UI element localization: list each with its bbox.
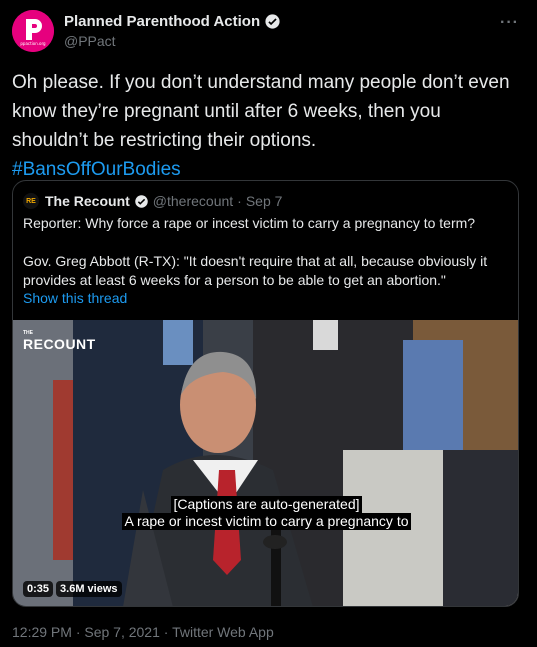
avatar[interactable]: ppaction.org [12, 10, 54, 52]
quoted-paragraph-2: Gov. Greg Abbott (R-TX): "It doesn't req… [23, 253, 488, 288]
author-name-row: Planned Parenthood Action [64, 13, 281, 30]
video-views-badge: 3.6M views [56, 581, 122, 597]
quoted-paragraph-1: Reporter: Why force a rape or incest vic… [23, 215, 476, 231]
quoted-tweet[interactable]: RE The Recount @therecount · Sep 7 Repor… [12, 180, 519, 607]
video-captions: [Captions are auto-generated] A rape or … [13, 496, 518, 530]
video-frame-image [13, 320, 518, 606]
recount-watermark: THE RECOUNT [23, 330, 96, 352]
quoted-author-name[interactable]: The Recount [45, 193, 130, 209]
quoted-author-handle[interactable]: @therecount [153, 193, 233, 209]
quoted-tweet-text: Reporter: Why force a rape or incest vic… [23, 214, 513, 290]
video-player[interactable]: THE RECOUNT [Captions are auto-generated… [13, 320, 518, 606]
author-handle[interactable]: @PPact [64, 33, 116, 49]
tweet-timestamp[interactable]: 12:29 PM · Sep 7, 2021 · Twitter Web App [12, 624, 274, 640]
author-display-name[interactable]: Planned Parenthood Action [64, 13, 260, 30]
hashtag-link[interactable]: #BansOffOurBodies [12, 159, 181, 180]
recount-avatar[interactable]: RE [23, 193, 39, 209]
verified-badge-icon [265, 14, 280, 29]
tweet-body: Oh please. If you don’t understand many … [12, 72, 510, 151]
show-thread-link[interactable]: Show this thread [23, 290, 127, 306]
video-badges: 0:35 3.6M views [23, 581, 122, 597]
quoted-date[interactable]: Sep 7 [246, 193, 283, 209]
tweet-text: Oh please. If you don’t understand many … [12, 68, 522, 184]
meta-separator: · [237, 193, 242, 209]
more-options-icon[interactable]: ··· [500, 14, 519, 32]
quoted-tweet-header: RE The Recount @therecount · Sep 7 [23, 193, 282, 209]
watermark-text: RECOUNT [23, 336, 96, 352]
video-duration-badge: 0:35 [23, 581, 54, 597]
caption-line-2: A rape or incest victim to carry a pregn… [122, 513, 411, 530]
avatar-caption: ppaction.org [20, 41, 46, 46]
verified-badge-icon [135, 194, 148, 208]
tweet-header: ppaction.org Planned Parenthood Action @… [12, 10, 525, 54]
caption-line-1: [Captions are auto-generated] [171, 496, 362, 513]
